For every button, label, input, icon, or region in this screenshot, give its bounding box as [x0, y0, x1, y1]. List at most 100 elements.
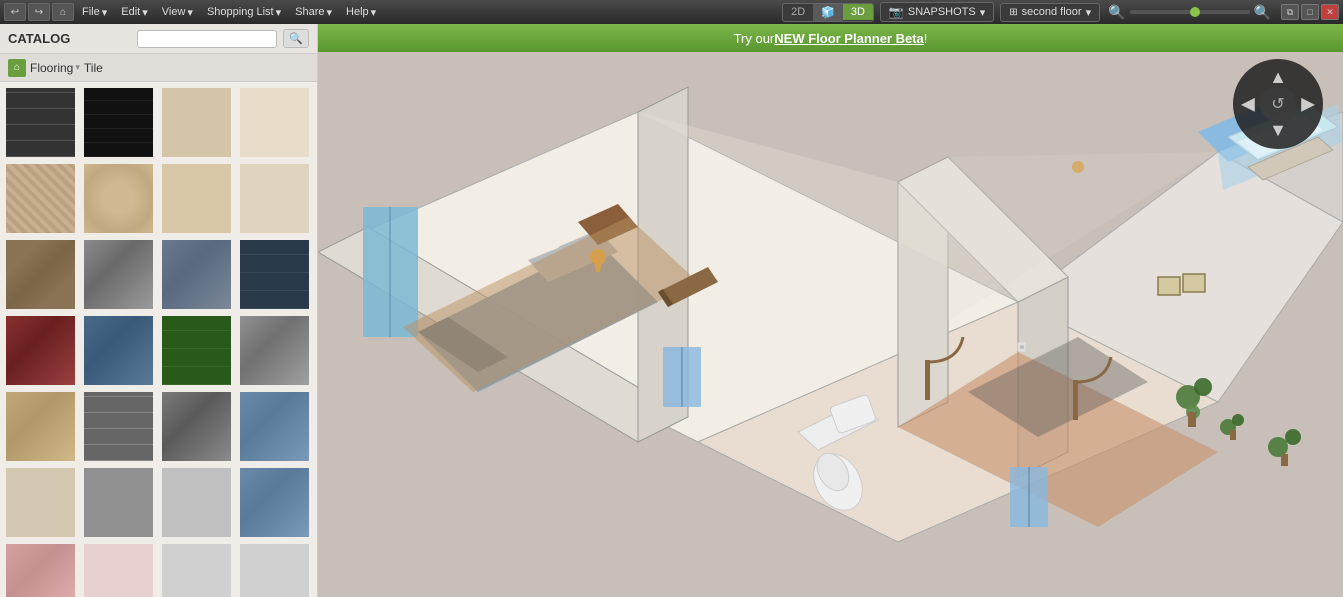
tile-item[interactable]	[160, 466, 233, 539]
floor-plan-svg	[318, 52, 1343, 597]
share-menu[interactable]: Share ▾	[289, 4, 338, 21]
view-toggle: 2D 🧊 3D	[782, 3, 874, 22]
view-menu[interactable]: View ▾	[156, 4, 199, 21]
tile-item[interactable]	[82, 314, 155, 387]
window-controls: ⧉ □ ✕	[1281, 4, 1339, 20]
tile-swatch	[6, 392, 75, 461]
breadcrumb-tile: Tile	[84, 61, 103, 75]
zoom-thumb	[1190, 7, 1200, 17]
tile-item[interactable]	[82, 390, 155, 463]
tile-swatch	[84, 164, 153, 233]
nav-left-button[interactable]: ◀	[1241, 94, 1255, 115]
nav-right-button[interactable]: ▶	[1301, 94, 1315, 115]
tile-item[interactable]	[4, 314, 77, 387]
tile-swatch	[240, 164, 309, 233]
tile-item[interactable]	[238, 238, 311, 311]
tile-item[interactable]	[160, 86, 233, 159]
snapshots-button[interactable]: 📷 SNAPSHOTS ▾	[880, 2, 994, 22]
view-3d-icon: 🧊	[813, 4, 843, 21]
tile-swatch	[162, 88, 231, 157]
tile-swatch	[84, 88, 153, 157]
undo-button[interactable]: ↩	[4, 3, 26, 21]
tile-item[interactable]	[160, 314, 233, 387]
tile-item[interactable]	[238, 542, 311, 597]
catalog-search-input[interactable]	[137, 30, 277, 48]
tile-item[interactable]	[160, 390, 233, 463]
navigation-control: ▲ ▼ ◀ ▶ ↺	[1233, 59, 1323, 149]
redo-button[interactable]: ↪	[28, 3, 50, 21]
edit-menu[interactable]: Edit ▾	[115, 4, 154, 21]
catalog-header: CATALOG 🔍	[0, 24, 317, 54]
catalog-title: CATALOG	[8, 31, 131, 46]
tile-swatch	[84, 468, 153, 537]
catalog-search-button[interactable]: 🔍	[283, 29, 309, 48]
nav-outer-ring: ▲ ▼ ◀ ▶ ↺	[1233, 59, 1323, 149]
tile-item[interactable]	[4, 238, 77, 311]
file-menu[interactable]: File ▾	[76, 4, 113, 21]
nav-rotate-button[interactable]: ↺	[1260, 86, 1296, 122]
tile-item[interactable]	[82, 542, 155, 597]
close-button[interactable]: ✕	[1321, 4, 1339, 20]
zoom-slider[interactable]	[1130, 10, 1250, 14]
tile-swatch	[240, 392, 309, 461]
nav-up-button[interactable]: ▲	[1269, 67, 1287, 88]
breadcrumb-home-button[interactable]: ⌂	[8, 59, 26, 77]
tile-item[interactable]	[160, 238, 233, 311]
floor-plan-container	[318, 52, 1343, 597]
tile-swatch	[240, 316, 309, 385]
home-menu-button[interactable]: ⌂	[52, 3, 74, 21]
tile-item[interactable]	[238, 390, 311, 463]
tile-item[interactable]	[82, 86, 155, 159]
breadcrumb-flooring[interactable]: Flooring ▾	[30, 61, 80, 75]
nav-down-button[interactable]: ▼	[1269, 120, 1287, 141]
tile-item[interactable]	[4, 542, 77, 597]
tile-swatch	[84, 240, 153, 309]
tile-swatch	[162, 544, 231, 597]
camera-icon: 📷	[889, 5, 904, 19]
tile-swatch	[162, 468, 231, 537]
tile-item[interactable]	[160, 542, 233, 597]
promo-banner: Try our NEW Floor Planner Beta !	[318, 24, 1343, 52]
tile-item[interactable]	[160, 162, 233, 235]
catalog-breadcrumb: ⌂ Flooring ▾ Tile	[0, 54, 317, 82]
tile-item[interactable]	[82, 466, 155, 539]
menu-bar: ↩ ↪ ⌂ File ▾ Edit ▾ View ▾ Shopping List…	[0, 0, 1343, 24]
tile-item[interactable]	[238, 162, 311, 235]
tile-swatch	[84, 316, 153, 385]
tile-item[interactable]	[82, 162, 155, 235]
tile-item[interactable]	[238, 466, 311, 539]
tile-swatch	[6, 164, 75, 233]
tile-swatch	[162, 392, 231, 461]
tile-item[interactable]	[82, 238, 155, 311]
catalog-panel: CATALOG 🔍 ⌂ Flooring ▾ Tile	[0, 24, 318, 597]
zoom-bar: 🔍 🔍	[1108, 4, 1271, 21]
tile-swatch	[6, 240, 75, 309]
tile-item[interactable]	[238, 86, 311, 159]
tile-item[interactable]	[4, 390, 77, 463]
zoom-out-icon: 🔍	[1254, 4, 1271, 21]
layers-icon: ⊞	[1009, 7, 1017, 18]
tile-swatch	[162, 240, 231, 309]
tile-grid	[0, 82, 317, 597]
shopping-list-menu[interactable]: Shopping List ▾	[201, 4, 287, 21]
maximize-button[interactable]: □	[1301, 4, 1319, 20]
tile-item[interactable]	[238, 314, 311, 387]
tile-swatch	[84, 544, 153, 597]
tile-swatch	[240, 88, 309, 157]
view-3d-button[interactable]: 3D	[843, 4, 873, 20]
tile-item[interactable]	[4, 86, 77, 159]
tile-swatch	[6, 88, 75, 157]
floor-plan-view[interactable]	[318, 52, 1343, 597]
tile-swatch	[162, 164, 231, 233]
tile-item[interactable]	[4, 466, 77, 539]
tile-swatch	[162, 316, 231, 385]
help-menu[interactable]: Help ▾	[340, 4, 382, 21]
tile-swatch	[240, 544, 309, 597]
restore-button[interactable]: ⧉	[1281, 4, 1299, 20]
tile-swatch	[6, 468, 75, 537]
main-canvas[interactable]: Try our NEW Floor Planner Beta ! ▲ ▼ ◀ ▶…	[318, 24, 1343, 597]
tile-swatch	[6, 316, 75, 385]
view-2d-button[interactable]: 2D	[783, 4, 813, 20]
floor-selector[interactable]: ⊞ second floor ▾	[1000, 3, 1100, 22]
tile-item[interactable]	[4, 162, 77, 235]
